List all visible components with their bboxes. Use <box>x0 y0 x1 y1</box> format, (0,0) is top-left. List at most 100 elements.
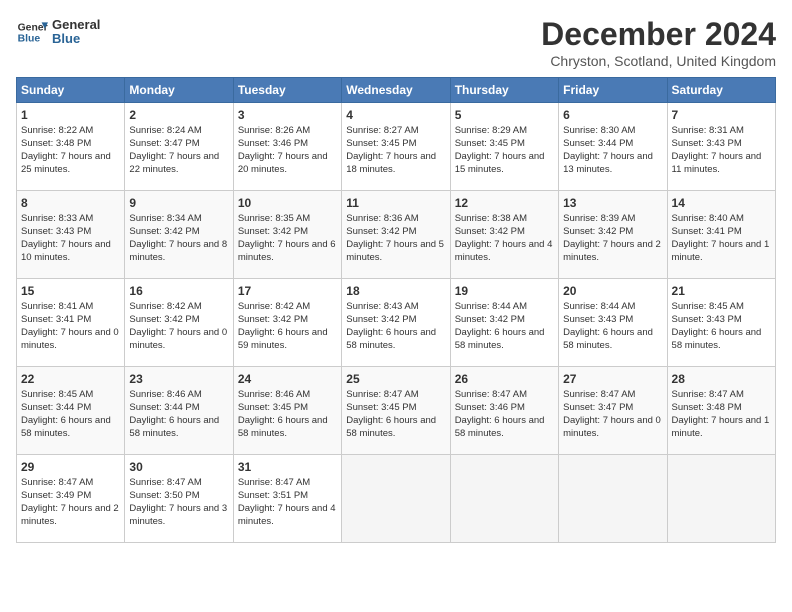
sunrise-label: Sunrise: 8:47 AM <box>129 477 201 488</box>
sunrise-label: Sunrise: 8:26 AM <box>238 125 310 136</box>
sunset-label: Sunset: 3:43 PM <box>21 226 91 237</box>
calendar-day-cell: 9 Sunrise: 8:34 AM Sunset: 3:42 PM Dayli… <box>125 191 233 279</box>
header-monday: Monday <box>125 78 233 103</box>
day-number: 14 <box>672 195 771 211</box>
daylight-label: Daylight: 7 hours and 25 minutes. <box>21 151 111 175</box>
daylight-label: Daylight: 7 hours and 3 minutes. <box>129 503 227 527</box>
calendar-day-cell: 14 Sunrise: 8:40 AM Sunset: 3:41 PM Dayl… <box>667 191 775 279</box>
daylight-label: Daylight: 7 hours and 0 minutes. <box>21 327 119 351</box>
sunset-label: Sunset: 3:47 PM <box>129 138 199 149</box>
header-sunday: Sunday <box>17 78 125 103</box>
sunset-label: Sunset: 3:47 PM <box>563 402 633 413</box>
calendar-day-cell: 13 Sunrise: 8:39 AM Sunset: 3:42 PM Dayl… <box>559 191 667 279</box>
daylight-label: Daylight: 7 hours and 8 minutes. <box>129 239 227 263</box>
sunset-label: Sunset: 3:42 PM <box>129 314 199 325</box>
calendar-day-cell <box>450 455 558 543</box>
sunrise-label: Sunrise: 8:46 AM <box>238 389 310 400</box>
sunset-label: Sunset: 3:43 PM <box>672 314 742 325</box>
day-number: 7 <box>672 107 771 123</box>
sunset-label: Sunset: 3:42 PM <box>238 314 308 325</box>
daylight-label: Daylight: 7 hours and 18 minutes. <box>346 151 436 175</box>
sunrise-label: Sunrise: 8:24 AM <box>129 125 201 136</box>
day-number: 13 <box>563 195 662 211</box>
sunrise-label: Sunrise: 8:47 AM <box>672 389 744 400</box>
day-number: 16 <box>129 283 228 299</box>
calendar-day-cell: 22 Sunrise: 8:45 AM Sunset: 3:44 PM Dayl… <box>17 367 125 455</box>
sunset-label: Sunset: 3:42 PM <box>129 226 199 237</box>
sunset-label: Sunset: 3:42 PM <box>563 226 633 237</box>
daylight-label: Daylight: 7 hours and 22 minutes. <box>129 151 219 175</box>
header-thursday: Thursday <box>450 78 558 103</box>
calendar-day-cell: 19 Sunrise: 8:44 AM Sunset: 3:42 PM Dayl… <box>450 279 558 367</box>
daylight-label: Daylight: 7 hours and 6 minutes. <box>238 239 336 263</box>
sunset-label: Sunset: 3:46 PM <box>455 402 525 413</box>
calendar-day-cell: 23 Sunrise: 8:46 AM Sunset: 3:44 PM Dayl… <box>125 367 233 455</box>
calendar-day-cell: 3 Sunrise: 8:26 AM Sunset: 3:46 PM Dayli… <box>233 103 341 191</box>
sunrise-label: Sunrise: 8:44 AM <box>563 301 635 312</box>
calendar-day-cell: 27 Sunrise: 8:47 AM Sunset: 3:47 PM Dayl… <box>559 367 667 455</box>
page-subtitle: Chryston, Scotland, United Kingdom <box>541 53 776 69</box>
day-number: 2 <box>129 107 228 123</box>
sunrise-label: Sunrise: 8:35 AM <box>238 213 310 224</box>
sunrise-label: Sunrise: 8:39 AM <box>563 213 635 224</box>
day-number: 11 <box>346 195 445 211</box>
daylight-label: Daylight: 6 hours and 58 minutes. <box>346 415 436 439</box>
calendar-day-cell: 21 Sunrise: 8:45 AM Sunset: 3:43 PM Dayl… <box>667 279 775 367</box>
sunset-label: Sunset: 3:48 PM <box>21 138 91 149</box>
day-number: 18 <box>346 283 445 299</box>
sunrise-label: Sunrise: 8:30 AM <box>563 125 635 136</box>
header-wednesday: Wednesday <box>342 78 450 103</box>
calendar-day-cell <box>667 455 775 543</box>
daylight-label: Daylight: 7 hours and 0 minutes. <box>563 415 661 439</box>
calendar-day-cell: 4 Sunrise: 8:27 AM Sunset: 3:45 PM Dayli… <box>342 103 450 191</box>
daylight-label: Daylight: 6 hours and 58 minutes. <box>672 327 762 351</box>
title-section: December 2024 Chryston, Scotland, United… <box>541 16 776 69</box>
daylight-label: Daylight: 6 hours and 58 minutes. <box>238 415 328 439</box>
day-number: 24 <box>238 371 337 387</box>
calendar-day-cell: 6 Sunrise: 8:30 AM Sunset: 3:44 PM Dayli… <box>559 103 667 191</box>
daylight-label: Daylight: 7 hours and 13 minutes. <box>563 151 653 175</box>
calendar-week-row: 22 Sunrise: 8:45 AM Sunset: 3:44 PM Dayl… <box>17 367 776 455</box>
calendar-day-cell: 7 Sunrise: 8:31 AM Sunset: 3:43 PM Dayli… <box>667 103 775 191</box>
header-saturday: Saturday <box>667 78 775 103</box>
sunset-label: Sunset: 3:42 PM <box>455 226 525 237</box>
daylight-label: Daylight: 7 hours and 5 minutes. <box>346 239 444 263</box>
calendar-day-cell: 18 Sunrise: 8:43 AM Sunset: 3:42 PM Dayl… <box>342 279 450 367</box>
sunrise-label: Sunrise: 8:43 AM <box>346 301 418 312</box>
sunset-label: Sunset: 3:41 PM <box>672 226 742 237</box>
calendar-day-cell: 10 Sunrise: 8:35 AM Sunset: 3:42 PM Dayl… <box>233 191 341 279</box>
sunrise-label: Sunrise: 8:36 AM <box>346 213 418 224</box>
daylight-label: Daylight: 7 hours and 0 minutes. <box>129 327 227 351</box>
calendar-header-row: Sunday Monday Tuesday Wednesday Thursday… <box>17 78 776 103</box>
day-number: 28 <box>672 371 771 387</box>
sunrise-label: Sunrise: 8:41 AM <box>21 301 93 312</box>
day-number: 19 <box>455 283 554 299</box>
calendar-day-cell: 16 Sunrise: 8:42 AM Sunset: 3:42 PM Dayl… <box>125 279 233 367</box>
sunrise-label: Sunrise: 8:33 AM <box>21 213 93 224</box>
calendar-week-row: 8 Sunrise: 8:33 AM Sunset: 3:43 PM Dayli… <box>17 191 776 279</box>
sunrise-label: Sunrise: 8:44 AM <box>455 301 527 312</box>
sunrise-label: Sunrise: 8:42 AM <box>238 301 310 312</box>
header-tuesday: Tuesday <box>233 78 341 103</box>
sunrise-label: Sunrise: 8:45 AM <box>672 301 744 312</box>
sunset-label: Sunset: 3:51 PM <box>238 490 308 501</box>
calendar-day-cell: 8 Sunrise: 8:33 AM Sunset: 3:43 PM Dayli… <box>17 191 125 279</box>
day-number: 3 <box>238 107 337 123</box>
day-number: 30 <box>129 459 228 475</box>
sunrise-label: Sunrise: 8:22 AM <box>21 125 93 136</box>
calendar-week-row: 1 Sunrise: 8:22 AM Sunset: 3:48 PM Dayli… <box>17 103 776 191</box>
daylight-label: Daylight: 6 hours and 58 minutes. <box>455 415 545 439</box>
day-number: 10 <box>238 195 337 211</box>
sunrise-label: Sunrise: 8:38 AM <box>455 213 527 224</box>
logo-icon: General Blue <box>16 16 48 48</box>
daylight-label: Daylight: 7 hours and 2 minutes. <box>21 503 119 527</box>
sunset-label: Sunset: 3:45 PM <box>346 138 416 149</box>
calendar-day-cell: 29 Sunrise: 8:47 AM Sunset: 3:49 PM Dayl… <box>17 455 125 543</box>
calendar-day-cell: 28 Sunrise: 8:47 AM Sunset: 3:48 PM Dayl… <box>667 367 775 455</box>
daylight-label: Daylight: 6 hours and 58 minutes. <box>21 415 111 439</box>
calendar-day-cell: 11 Sunrise: 8:36 AM Sunset: 3:42 PM Dayl… <box>342 191 450 279</box>
sunset-label: Sunset: 3:45 PM <box>238 402 308 413</box>
sunset-label: Sunset: 3:45 PM <box>455 138 525 149</box>
day-number: 22 <box>21 371 120 387</box>
day-number: 4 <box>346 107 445 123</box>
